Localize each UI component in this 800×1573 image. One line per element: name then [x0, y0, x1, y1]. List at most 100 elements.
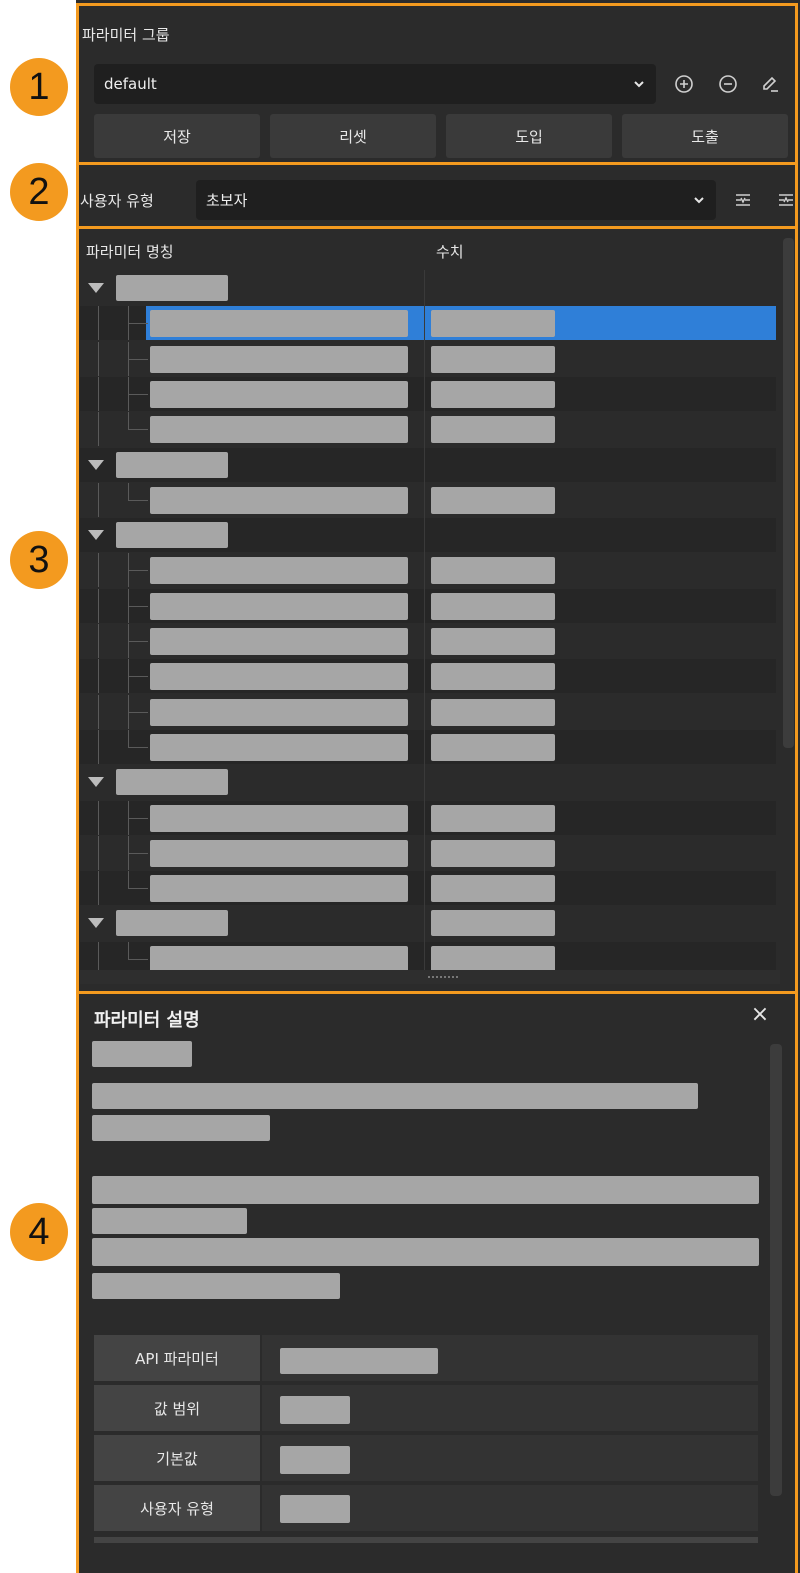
parameter-name-placeholder	[150, 875, 408, 903]
tree-guide-line	[128, 499, 148, 501]
tree-guide-line	[98, 835, 99, 870]
expand-triangle-icon[interactable]	[88, 530, 104, 541]
value-placeholder	[280, 1495, 350, 1523]
parameter-name-placeholder	[150, 486, 408, 514]
chevron-down-icon	[694, 197, 704, 204]
tree-child-row[interactable]	[80, 835, 776, 870]
tree-group-row[interactable]	[80, 271, 776, 305]
tree-child-row[interactable]	[80, 729, 776, 764]
tree-guide-line	[98, 341, 99, 376]
description-text-placeholder	[92, 1176, 759, 1204]
parameter-name-placeholder	[150, 416, 408, 444]
expand-all-icon[interactable]	[731, 188, 755, 212]
tree-group-row[interactable]	[80, 518, 776, 553]
parameter-name-placeholder	[150, 733, 408, 761]
description-scrollbar[interactable]	[770, 1044, 782, 1496]
tree-child-row[interactable]	[80, 659, 776, 694]
tree-guide-line	[128, 888, 148, 890]
tree-child-row[interactable]	[80, 482, 776, 517]
parameter-name-placeholder	[150, 310, 408, 338]
section-badge-3: 3	[10, 531, 68, 589]
expand-triangle-icon[interactable]	[88, 459, 104, 470]
grip-dots-icon	[428, 976, 458, 978]
add-circle-icon[interactable]	[672, 72, 696, 96]
section-badge-4: 4	[10, 1203, 68, 1261]
tree-guide-line	[128, 871, 129, 889]
parameter-name-placeholder	[150, 945, 408, 973]
tree-guide-line	[98, 729, 99, 764]
tree-child-row[interactable]	[80, 624, 776, 658]
parameter-name-placeholder	[150, 557, 408, 585]
tree-child-row[interactable]	[80, 871, 776, 906]
tree-guide-line	[98, 482, 99, 517]
param-group-select[interactable]: default	[94, 64, 656, 104]
description-heading-placeholder	[92, 1041, 192, 1067]
collapse-all-icon[interactable]	[774, 188, 798, 212]
value-placeholder	[431, 486, 555, 514]
column-divider	[424, 270, 425, 970]
user-type-label: 사용자 유형	[80, 192, 154, 210]
value-placeholder	[431, 310, 555, 338]
parameter-name-placeholder	[150, 839, 408, 867]
column-header-name[interactable]: 파라미터 명칭	[86, 241, 174, 262]
tree-guide-line	[128, 711, 148, 713]
value-placeholder	[431, 416, 555, 444]
tree-child-row[interactable]	[80, 800, 776, 835]
value-placeholder	[431, 945, 555, 973]
default-value-label: 기본값	[94, 1435, 260, 1483]
edit-pencil-icon[interactable]	[758, 72, 782, 96]
reset-button[interactable]: 리셋	[270, 114, 436, 158]
value-placeholder	[431, 592, 555, 620]
value-placeholder	[431, 380, 555, 408]
section-badge-1: 1	[10, 58, 68, 116]
section-badge-2: 2	[10, 163, 68, 221]
tree-child-row[interactable]	[80, 306, 776, 341]
export-button[interactable]: 도출	[622, 114, 788, 158]
column-header-value[interactable]: 수치	[436, 241, 464, 262]
default-value-value	[262, 1435, 758, 1483]
tree-guide-line	[98, 412, 99, 447]
tree-child-row[interactable]	[80, 553, 776, 588]
tree-guide-line	[98, 306, 99, 341]
value-placeholder	[431, 733, 555, 761]
api-parameter-label: API 파라미터	[94, 1335, 260, 1383]
tree-guide-line	[128, 323, 148, 325]
remove-circle-icon[interactable]	[716, 72, 740, 96]
group-name-placeholder	[116, 910, 228, 937]
parameter-name-placeholder	[150, 380, 408, 408]
import-button[interactable]: 도입	[446, 114, 612, 158]
tree-guide-line	[128, 817, 148, 819]
tree-child-row[interactable]	[80, 341, 776, 376]
parameter-name-placeholder	[150, 345, 408, 373]
tree-guide-line	[128, 641, 148, 642]
tree-group-row[interactable]	[80, 447, 776, 482]
tree-group-row[interactable]	[80, 765, 776, 799]
tree-guide-line	[98, 800, 99, 835]
user-type-select[interactable]: 초보자	[196, 180, 716, 220]
tree-group-row[interactable]	[80, 906, 776, 940]
parameter-name-placeholder	[150, 698, 408, 726]
splitter-handle[interactable]	[80, 970, 780, 984]
user-type-row-value	[262, 1485, 758, 1533]
tree-child-row[interactable]	[80, 588, 776, 623]
value-placeholder	[431, 345, 555, 373]
tree-child-row[interactable]	[80, 694, 776, 729]
tree-scrollbar[interactable]	[783, 238, 794, 748]
tree-guide-line	[128, 412, 129, 430]
expand-triangle-icon[interactable]	[88, 283, 104, 293]
value-placeholder	[431, 839, 555, 867]
tree-guide-line	[128, 482, 129, 500]
value-placeholder	[431, 628, 555, 655]
value-placeholder	[280, 1446, 350, 1474]
expand-triangle-icon[interactable]	[88, 777, 104, 788]
value-placeholder	[431, 804, 555, 832]
tree-child-row[interactable]	[80, 412, 776, 447]
tree-guide-line	[128, 958, 148, 960]
tree-child-row[interactable]	[80, 376, 776, 411]
expand-triangle-icon[interactable]	[88, 918, 104, 929]
group-name-placeholder	[116, 522, 228, 549]
tree-guide-line	[98, 871, 99, 906]
close-icon[interactable]: ×	[748, 1003, 772, 1027]
value-placeholder	[431, 875, 555, 903]
save-button[interactable]: 저장	[94, 114, 260, 158]
